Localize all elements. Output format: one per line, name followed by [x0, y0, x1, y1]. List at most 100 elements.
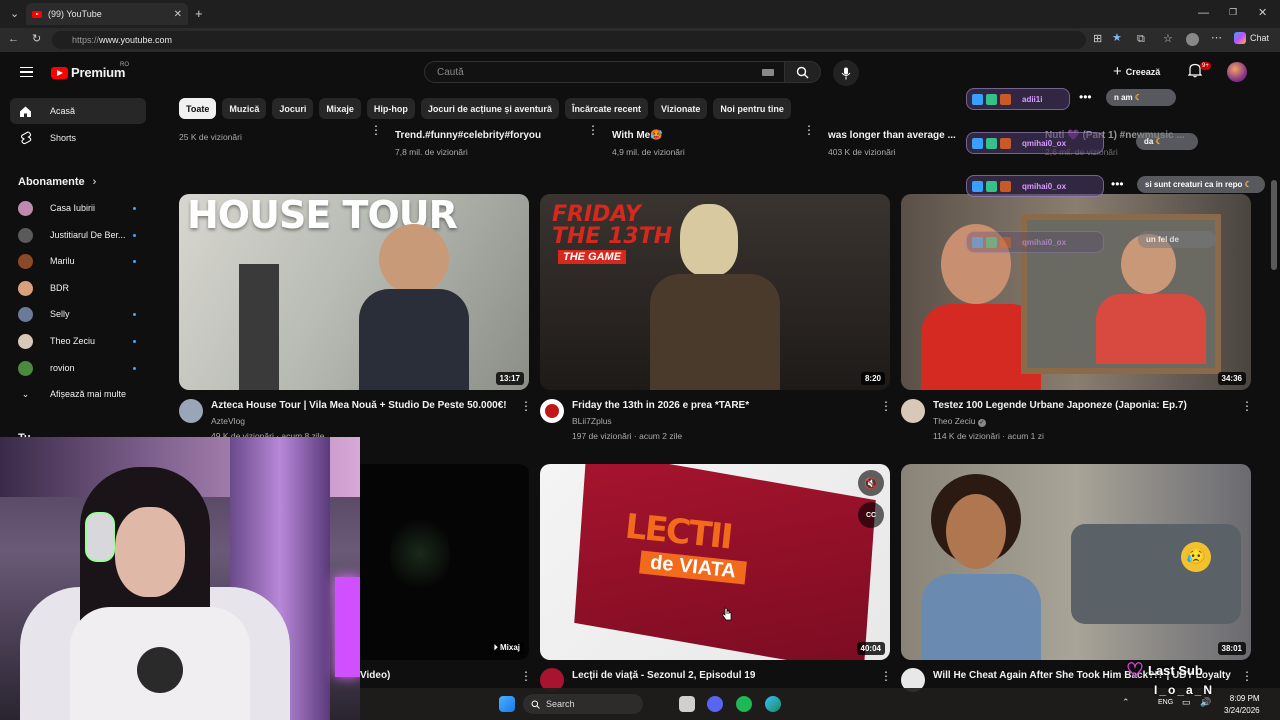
more-options-icon[interactable]: ⋮	[880, 400, 892, 412]
address-bar-row: ← ↻ https://www.youtube.com ⊞ ★ ⧉ ☆ ⋯	[0, 28, 1280, 52]
channel-logo-icon	[545, 404, 559, 418]
chat-message: si sunt creaturi ca in repo ☾	[1137, 176, 1265, 193]
spotify-icon[interactable]	[736, 696, 752, 712]
windows-start-icon[interactable]	[499, 696, 515, 712]
chip-recently-uploaded[interactable]: Încărcate recent	[564, 98, 648, 119]
sidebar-sub-theo-zeciu[interactable]: Theo Zeciu	[10, 328, 146, 354]
close-window-icon[interactable]: ✕	[1258, 8, 1267, 19]
app-available-icon[interactable]: ⊞	[1093, 34, 1102, 45]
file-explorer-icon[interactable]	[679, 696, 695, 712]
subscriptions-header[interactable]: Abonamente ›	[18, 176, 96, 188]
badge-icon	[1000, 236, 1011, 248]
more-options-icon[interactable]: ⋮	[520, 400, 532, 412]
language-indicator[interactable]: ENG	[1158, 699, 1173, 706]
create-button[interactable]: + Creează	[1113, 63, 1160, 80]
taskbar-clock[interactable]: 8:09 PM 3/24/2026	[1224, 693, 1260, 717]
scrollbar-thumb[interactable]	[1271, 180, 1277, 270]
sidebar-sub-selly[interactable]: Selly	[10, 301, 146, 327]
captions-icon[interactable]: CC	[858, 502, 884, 528]
more-options-icon[interactable]: ⋮	[370, 124, 382, 136]
network-icon[interactable]: ▭	[1182, 697, 1191, 708]
more-options-icon[interactable]: ⋮	[880, 670, 892, 682]
verified-check-icon: ✓	[977, 419, 986, 427]
youtube-premium-logo[interactable]: Premium RO	[51, 62, 129, 80]
minimize-icon[interactable]: —	[1198, 8, 1209, 19]
edge-icon[interactable]	[765, 696, 781, 712]
channel-avatar[interactable]	[901, 399, 925, 423]
taskbar-search[interactable]: Search	[523, 694, 643, 714]
search-button[interactable]	[784, 61, 821, 83]
search-icon	[531, 700, 540, 709]
more-options-icon[interactable]: ⋮	[1241, 670, 1253, 682]
video-title[interactable]: Friday the 13th in 2026 e prea *TARE*	[572, 400, 749, 411]
chip-watched[interactable]: Vizionate	[653, 98, 708, 119]
restore-icon[interactable]: ❐	[1229, 8, 1237, 17]
sidebar-sub-justitiarul[interactable]: Justitiarul De Ber...	[10, 222, 146, 248]
hamburger-menu-icon[interactable]	[20, 67, 33, 77]
more-options-icon[interactable]: ⋮	[587, 124, 599, 136]
more-options-icon[interactable]: ⋮	[1241, 400, 1253, 412]
video-thumbnail[interactable]: 34:36	[901, 194, 1251, 390]
video-thumbnail[interactable]: 😥 38:01	[901, 464, 1251, 660]
keyboard-icon[interactable]	[762, 69, 774, 76]
video-title[interactable]: Video)	[360, 670, 390, 681]
video-title[interactable]: Azteca House Tour | Vila Mea Nouă + Stud…	[211, 400, 507, 411]
sidebar-sub-marilu[interactable]: Marilu	[10, 248, 146, 274]
chip-mixes[interactable]: Mixaje	[319, 98, 361, 119]
copilot-chat-button[interactable]: Chat	[1234, 32, 1269, 44]
sidebar-sub-rovion[interactable]: rovion	[10, 355, 146, 381]
sidebar-sub-label: Theo Zeciu	[50, 336, 96, 346]
video-title[interactable]: Testez 100 Legende Urbane Japoneze (Japo…	[933, 400, 1187, 411]
sidebar-sub-bdr[interactable]: BDR	[10, 275, 146, 301]
sidebar-sub-casa-iubirii[interactable]: Casa Iubirii	[10, 195, 146, 221]
chat-message-text: un fel de	[1146, 235, 1179, 244]
page-scrollbar[interactable]	[1268, 52, 1280, 688]
discord-icon[interactable]	[707, 696, 723, 712]
video-title[interactable]: Trend.#funny#celebrity#foryou	[395, 130, 541, 141]
more-options-icon[interactable]: ⋮	[803, 124, 815, 136]
hand-cursor-icon	[722, 607, 732, 621]
badge-icon	[972, 180, 983, 192]
video-title[interactable]: With Me🥵	[612, 130, 663, 141]
chip-all[interactable]: Toate	[179, 98, 217, 119]
mute-icon[interactable]: 🔇	[858, 470, 884, 496]
profile-icon[interactable]	[1186, 33, 1199, 46]
video-title[interactable]: Lecții de viață - Sezonul 2, Episodul 19	[572, 670, 755, 681]
badge-icon	[986, 93, 997, 105]
extensions-icon[interactable]: ⧉	[1137, 34, 1145, 45]
tray-chevron-icon[interactable]: ⌃	[1122, 697, 1130, 708]
show-more-button[interactable]: ⌄ Afișează mai multe	[10, 381, 146, 407]
channel-name[interactable]: BLii7Zplus	[572, 416, 612, 426]
reload-icon[interactable]: ↻	[32, 34, 41, 45]
voice-search-button[interactable]	[833, 60, 859, 86]
account-avatar[interactable]	[1227, 62, 1247, 82]
video-thumbnail-playing[interactable]: LECTII de VIATA 🔇 CC 40:04	[540, 464, 890, 660]
search-input[interactable]: Caută	[424, 61, 786, 83]
tab-close-icon[interactable]: ✕	[174, 9, 182, 20]
more-options-icon[interactable]: ⋮	[520, 670, 532, 682]
channel-avatar[interactable]	[540, 399, 564, 423]
video-thumbnail[interactable]: HOUSE TOUR 13:17	[179, 194, 529, 390]
more-menu-icon[interactable]: ⋯	[1211, 33, 1222, 44]
back-icon[interactable]: ←	[8, 34, 19, 45]
chip-new-for-you[interactable]: Noi pentru tine	[713, 98, 791, 119]
chip-games[interactable]: Jocuri	[272, 98, 314, 119]
chip-hiphop[interactable]: Hip-hop	[366, 98, 415, 119]
url-field[interactable]: https://www.youtube.com	[52, 31, 1086, 49]
sidebar-sub-label: Marilu	[50, 256, 75, 266]
favorites-icon[interactable]: ☆	[1163, 34, 1173, 45]
channel-avatar[interactable]	[179, 399, 203, 423]
new-tab-icon[interactable]: +	[195, 7, 203, 20]
browser-tab[interactable]: (99) YouTube ✕	[26, 3, 188, 25]
channel-name[interactable]: Theo Zeciu ✓	[933, 416, 986, 427]
sidebar-item-home[interactable]: Acasă	[10, 98, 146, 124]
channel-name[interactable]: AzteVlog	[211, 416, 245, 426]
sidebar-item-shorts[interactable]: Shorts	[10, 125, 146, 151]
chip-music[interactable]: Muzică	[222, 98, 267, 119]
video-thumbnail[interactable]: FRIDAY THE 13TH THE GAME 8:20	[540, 194, 890, 390]
tab-list-chevron-icon[interactable]: ⌄	[10, 9, 19, 20]
video-title[interactable]: was longer than average ...	[828, 130, 956, 141]
volume-icon[interactable]: 🔊	[1200, 697, 1211, 708]
chip-action-adventure[interactable]: Jocuri de acțiune și aventură	[420, 98, 559, 119]
favorite-star-icon[interactable]: ★	[1112, 33, 1122, 44]
